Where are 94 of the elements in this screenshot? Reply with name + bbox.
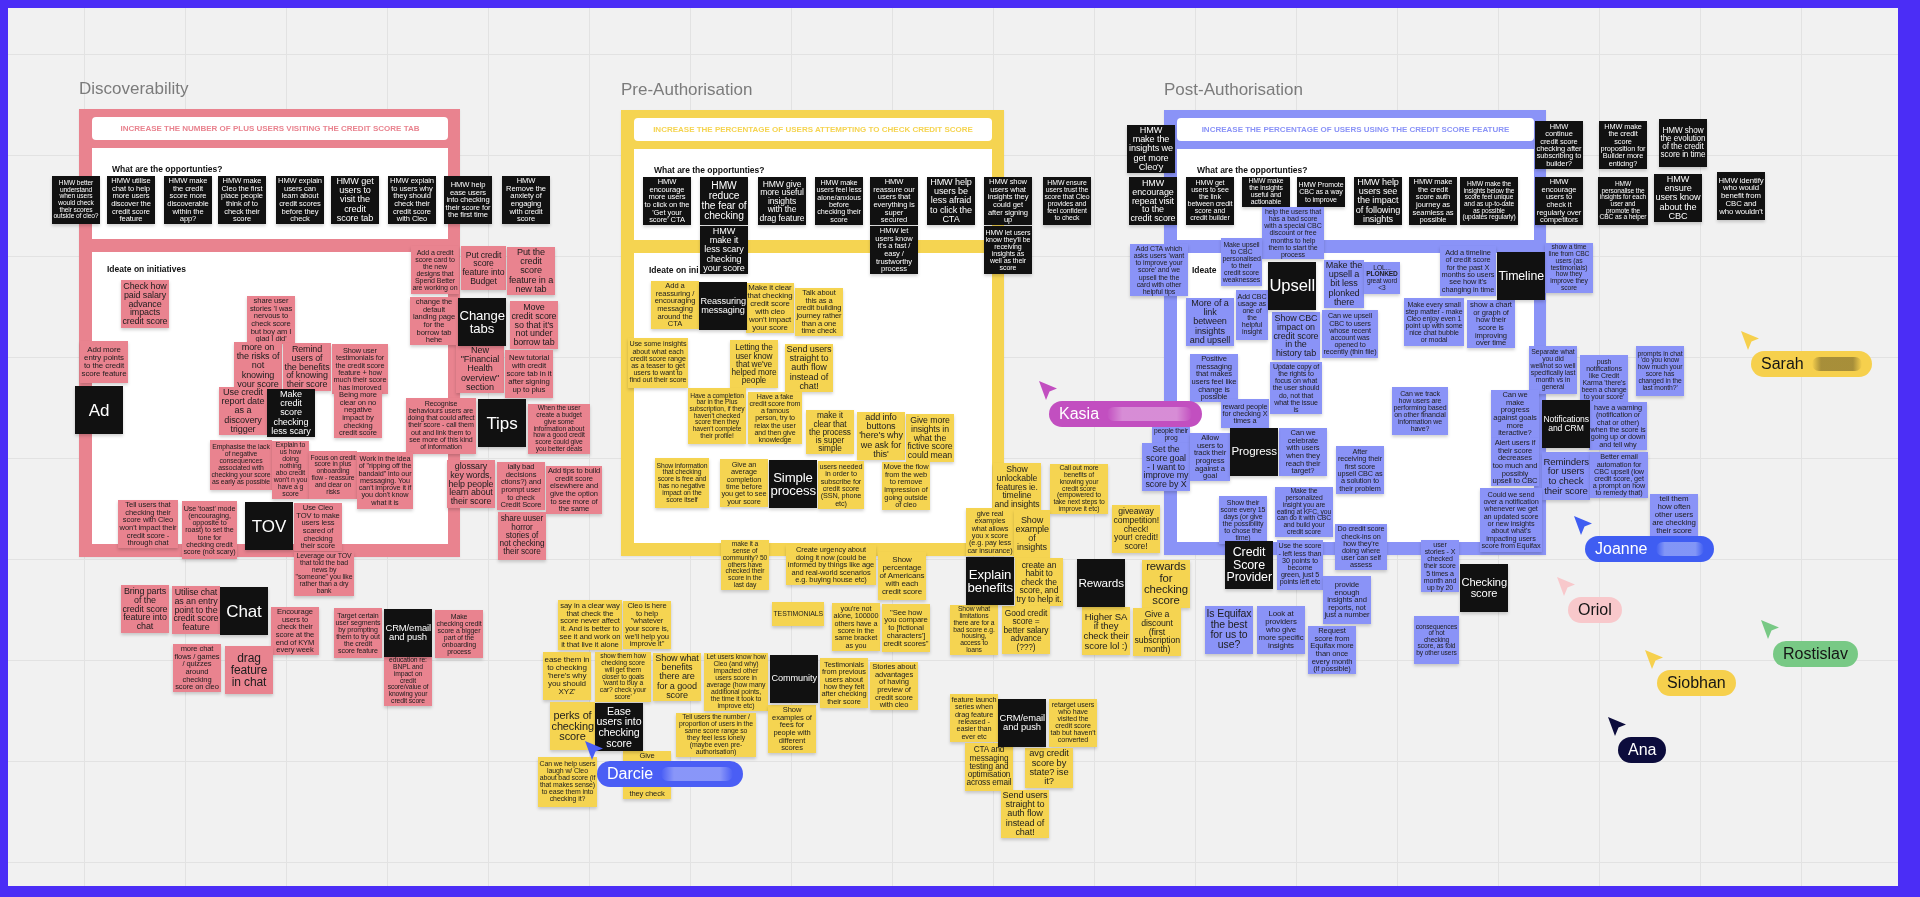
sticky-note: Reassuring messaging bbox=[699, 282, 747, 330]
board-title: Pre-Authorisation bbox=[621, 80, 753, 100]
cursor-icon bbox=[1741, 331, 1759, 350]
sticky-note: Send users straight to auth flow instead of chat! bbox=[1001, 790, 1049, 838]
sticky-note: Change tabs bbox=[458, 298, 506, 346]
sticky-note: Show unlockable features ie. timeline and insights bbox=[993, 463, 1041, 511]
user-name: Sarah bbox=[1761, 355, 1804, 373]
sticky-note: Move credit score so that it's not under borrow tab bbox=[510, 301, 558, 349]
sticky-note: Higher SA if they check their score lol :) bbox=[1082, 607, 1130, 655]
board-title: Discoverability bbox=[79, 79, 189, 99]
sticky-note: HMW make the insights we get more Cleo'y bbox=[1127, 125, 1175, 173]
section-title: What are the opportunties? bbox=[654, 165, 765, 175]
sticky-note: Simple process bbox=[769, 460, 817, 508]
sticky-note: Utilise chat as an entry point to the credit score feature bbox=[172, 586, 220, 634]
sticky-note: Show percentage of Americans with each credit score bbox=[878, 552, 926, 600]
cursor-icon bbox=[1608, 717, 1626, 736]
sticky-note: Tips bbox=[478, 399, 526, 447]
sticky-note: HMW encourage repeat visit to the credit score bbox=[1129, 177, 1177, 225]
sticky-note: HMW make it less scary checking your score bbox=[700, 226, 748, 274]
sticky-note: Chat bbox=[220, 587, 268, 635]
section-title: Ideate on ini bbox=[649, 265, 699, 275]
sticky-note: glossary key words, help people learn about their score bbox=[447, 460, 495, 508]
sticky-note: Explain benefits bbox=[966, 557, 1014, 605]
goal-banner: INCREASE THE NUMBER OF PLUS USERS VISITING THE CREDIT SCORE TAB bbox=[92, 117, 448, 140]
sticky-note: Make the upsell a bit less plonked there bbox=[1324, 260, 1364, 308]
sticky-note: Check how paid salary advance impacts credit score bbox=[121, 280, 169, 328]
section-title: What are the opportunties? bbox=[112, 164, 223, 174]
sticky-note: Show what benefits there are for a good score bbox=[653, 653, 701, 701]
sticky-note: Checking score bbox=[1460, 564, 1508, 612]
sticky-note: HMW reduce the fear of checking bbox=[700, 177, 748, 225]
sticky-note: perks of checking score bbox=[550, 702, 595, 750]
sticky-note: add info buttons 'here's why we ask for this' bbox=[857, 412, 905, 460]
sticky-note: Set the score goal - I want to improve my score by X bbox=[1142, 443, 1190, 491]
sticky-note: Give a discount (first subscription month) bbox=[1133, 608, 1181, 656]
sticky-note: Credit Score Provider bbox=[1225, 541, 1273, 589]
user-name: Kasia bbox=[1059, 405, 1100, 423]
sticky-note: Bring parts of the credit score feature into chat bbox=[121, 585, 169, 633]
sticky-note: Show example of insights bbox=[1014, 510, 1050, 558]
sticky-note: More of a link between insights and upsell bbox=[1186, 298, 1234, 346]
sticky-note: HMW get users to visit the credit score tab bbox=[331, 176, 379, 224]
section-title: What are the opportunties? bbox=[1197, 165, 1308, 175]
cursor-icon bbox=[1039, 381, 1057, 400]
cursor-icon bbox=[585, 741, 603, 760]
sticky-note: Progress bbox=[1230, 428, 1278, 476]
sticky-note: Make credit score checking less scary bbox=[267, 389, 315, 437]
sticky-note: HMW ensure users know about the CBC bbox=[1654, 174, 1702, 222]
sticky-note: Upsell bbox=[1268, 262, 1316, 310]
user-name: Ana bbox=[1628, 741, 1657, 759]
user-name: Siobhan bbox=[1667, 674, 1726, 692]
sticky-note: ease them in to checking 'here's why you should XYZ' bbox=[543, 652, 591, 700]
sticky-note: CRM/email and push bbox=[998, 699, 1046, 747]
cursor-icon bbox=[1574, 516, 1592, 535]
sticky-note: Show CBC impact on credit score in the history tab bbox=[1272, 312, 1320, 360]
sticky-note: Send users straight to auth flow instead of chat! bbox=[785, 344, 833, 392]
sticky-note: HMW give more useful insights with the drag feature bbox=[758, 177, 806, 225]
sticky-note: HMW help users be less afraid to click the CTA bbox=[927, 177, 975, 225]
sticky-note: Ease users into checking score bbox=[595, 703, 643, 751]
sticky-note: avg credit score by state? ise it? bbox=[1025, 748, 1073, 788]
goal-banner: INCREASE THE PERCENTAGE OF USERS ATTEMPTING TO CHECK CREDIT SCORE bbox=[634, 118, 992, 141]
sticky-note: Put the credit score feature in a new tab bbox=[507, 247, 555, 295]
cursor-icon bbox=[1761, 620, 1779, 639]
sticky-note: rewards for checking score bbox=[1142, 560, 1190, 608]
section-title: Ideate bbox=[1192, 265, 1217, 275]
sticky-note: Is Equifax the best for us to use? bbox=[1205, 606, 1253, 654]
sticky-note: Notifications and CRM bbox=[1542, 400, 1590, 448]
board-title: Post-Authorisation bbox=[1164, 80, 1303, 100]
sticky-note: Put credit score feature into Budget bbox=[461, 246, 506, 290]
sticky-note: Reminders for users to check their score bbox=[1542, 452, 1590, 500]
sticky-note: CRM/email and push bbox=[384, 609, 432, 657]
sticky-note: Community bbox=[770, 655, 818, 703]
sticky-note: create an habit to check the score, and try to help it. bbox=[1015, 558, 1063, 606]
sticky-note: make it clear that the process is super simple bbox=[806, 410, 854, 454]
user-name: Oriol bbox=[1578, 601, 1612, 619]
sticky-note: Letting the user know that we've helped more people bbox=[730, 340, 778, 388]
sticky-note: HMW help users see the impact of following insights bbox=[1354, 177, 1402, 225]
cursor-icon bbox=[1645, 650, 1663, 669]
sticky-note: Timeline bbox=[1497, 252, 1545, 300]
user-name: Rostislav bbox=[1783, 645, 1848, 663]
sticky-note: Remind users of the benefits of knowing their score bbox=[283, 343, 331, 391]
cursor-icon bbox=[1557, 577, 1575, 596]
user-name: Joanne bbox=[1595, 540, 1648, 558]
sticky-note: HMW show the evolution of the credit score in time bbox=[1659, 119, 1707, 167]
sticky-note: drag feature in chat bbox=[225, 646, 273, 694]
sticky-note: New "Financial Health overview" section bbox=[456, 345, 504, 393]
sticky-note: giveaway competition! check! your! credit! score! bbox=[1112, 505, 1160, 553]
sticky-note: Use credit report date as a discovery trigger bbox=[219, 387, 267, 435]
sticky-note: Good credit score = better salary advance (???) bbox=[1002, 606, 1050, 654]
sticky-note: Rewards bbox=[1077, 559, 1125, 607]
sticky-note: share uuser horror stories of not checking their score bbox=[498, 512, 546, 560]
goal-banner: INCREASE THE PERCENTAGE OF USERS USING THE CREDIT SCORE FEATURE bbox=[1177, 118, 1534, 141]
sticky-note: TOV bbox=[245, 502, 293, 550]
sticky-note: Ad bbox=[75, 386, 123, 434]
sticky-note: Give more insights in what the fictive score could mean bbox=[906, 414, 954, 462]
section-title: Ideate on initiatives bbox=[107, 264, 186, 274]
